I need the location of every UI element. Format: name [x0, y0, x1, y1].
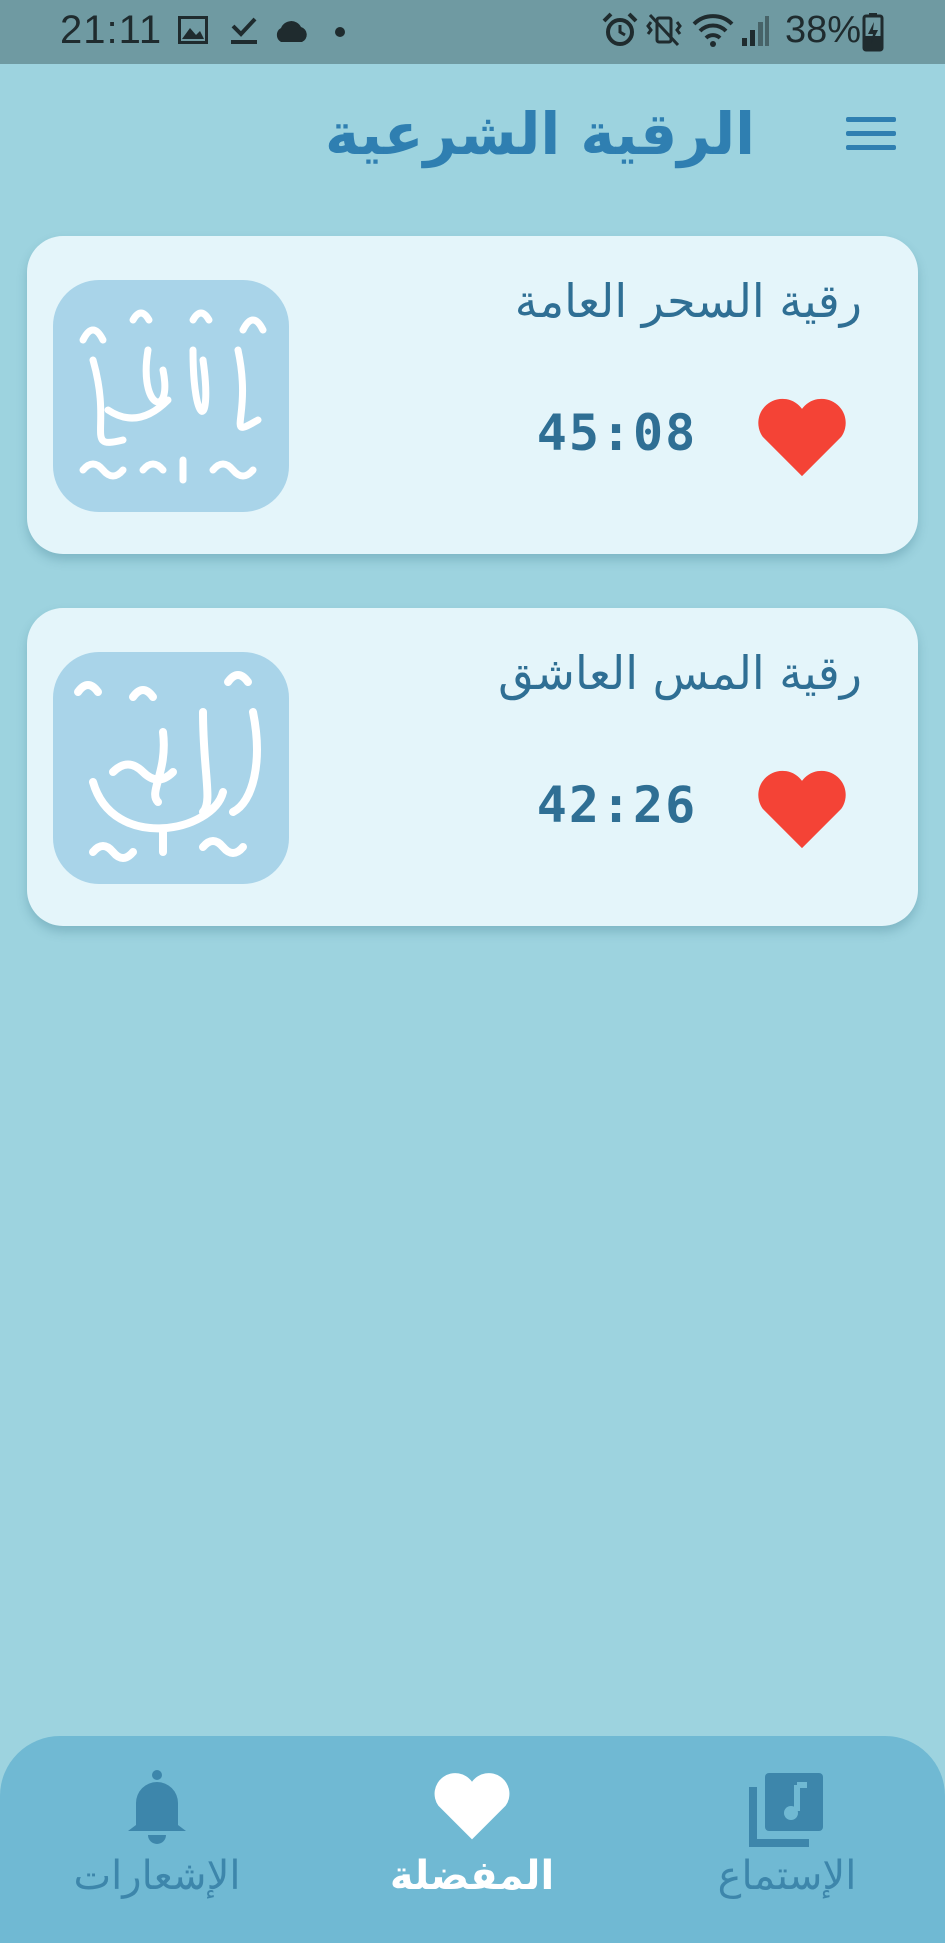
download-done-icon [231, 17, 257, 44]
cloud-icon [276, 21, 307, 42]
nav-label: الإستماع [717, 1853, 857, 1899]
dot-icon [335, 27, 345, 37]
page-title: الرقية الشرعية [325, 100, 755, 168]
status-time: 21:11 [60, 8, 163, 52]
status-bar: 21:11 38% [0, 0, 945, 64]
nav-item-favorites[interactable]: المفضلة [322, 1736, 622, 1943]
track-duration: 42:26 [536, 776, 698, 834]
nav-item-listening[interactable]: الإستماع [637, 1736, 937, 1943]
bell-icon [128, 1770, 186, 1844]
alarm-icon [602, 12, 638, 46]
favorite-card[interactable]: رقية السحر العامة 45:08 [27, 236, 918, 554]
battery-charging-icon [862, 13, 884, 52]
nav-item-notifications[interactable]: الإشعارات [7, 1736, 307, 1943]
calligraphy-mass-icon [53, 652, 289, 884]
battery-percent: 38% [785, 9, 862, 51]
music-library-icon [749, 1773, 823, 1847]
heart-icon [434, 1773, 510, 1840]
track-title: رقية السحر العامة [514, 274, 862, 328]
favorite-card[interactable]: رقية المس العاشق 42:26 [27, 608, 918, 926]
bottom-navigation: الإشعارات المفضلة الإستماع [0, 1736, 945, 1943]
image-icon [178, 16, 208, 44]
nav-label: الإشعارات [73, 1853, 241, 1899]
signal-icon [742, 16, 769, 46]
track-duration: 45:08 [536, 404, 698, 462]
heart-icon[interactable] [755, 394, 849, 478]
calligraphy-zawaj-icon [53, 280, 289, 512]
heart-icon[interactable] [755, 766, 849, 850]
hamburger-menu-icon[interactable] [846, 117, 896, 157]
wifi-icon [692, 14, 734, 47]
vibrate-mute-icon [646, 13, 682, 47]
nav-label: المفضلة [389, 1853, 555, 1899]
track-title: رقية المس العاشق [498, 646, 862, 700]
